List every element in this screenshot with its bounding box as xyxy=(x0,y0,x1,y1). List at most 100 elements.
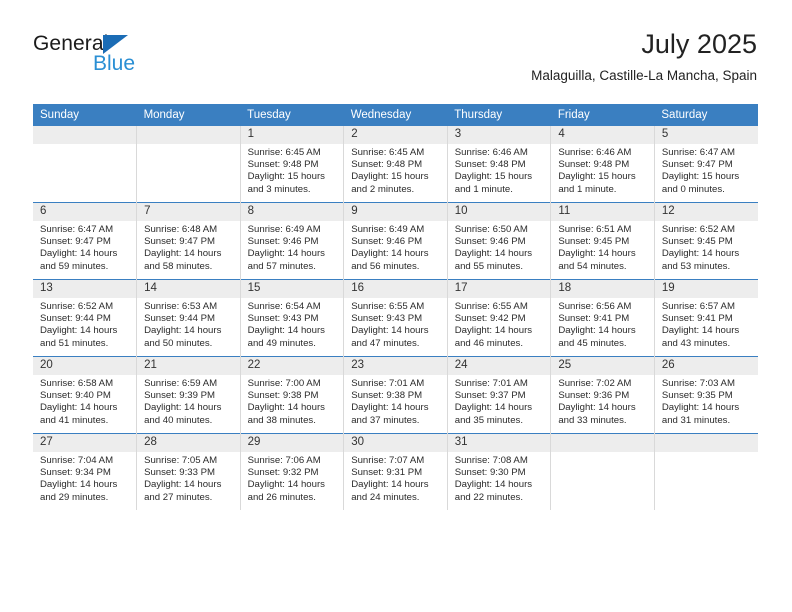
daylight-duration-line1: Daylight: 14 hours xyxy=(144,402,222,414)
calendar-day-cell[interactable]: 10 Sunrise: 6:50 AM Sunset: 9:46 PM Dayligh… xyxy=(447,202,552,280)
calendar-day-cell[interactable]: 5 Sunrise: 6:47 AM Sunset: 9:47 PM Daylight… xyxy=(654,126,758,203)
sunrise-time: Sunrise: 7:07 AM xyxy=(351,455,425,466)
daylight-duration-line1: Daylight: 14 hours xyxy=(454,325,533,337)
calendar-day-cell[interactable]: 18 Sunrise: 6:56 AM Sunset: 9:41 PM Dayligh… xyxy=(550,279,655,357)
weekday-header-row: Sunday Monday Tuesday Wednesday Thursday… xyxy=(33,104,758,126)
calendar-cell-empty xyxy=(33,126,138,203)
day-details: Sunrise: 6:53 AM Sunset: 9:44 PM Daylight:… xyxy=(137,298,240,350)
calendar-day-cell[interactable]: 16 Sunrise: 6:55 AM Sunset: 9:43 PM Dayligh… xyxy=(343,279,448,357)
calendar-day-cell[interactable]: 13 Sunrise: 6:52 AM Sunset: 9:44 PM Dayligh… xyxy=(33,279,138,357)
sunrise-time: Sunrise: 6:47 AM xyxy=(661,147,735,158)
day-details: Sunrise: 7:04 AM Sunset: 9:34 PM Daylight:… xyxy=(33,452,136,504)
daylight-duration-line2: and 22 minutes. xyxy=(454,491,524,503)
calendar-day-cell[interactable]: 6 Sunrise: 6:47 AM Sunset: 9:47 PM Daylight… xyxy=(33,202,138,280)
daylight-duration-line2: and 2 minutes. xyxy=(351,183,415,195)
daylight-duration-line1: Daylight: 14 hours xyxy=(351,325,429,337)
calendar-day-cell[interactable]: 29 Sunrise: 7:06 AM Sunset: 9:32 PM Dayligh… xyxy=(240,433,345,510)
day-number: 19 xyxy=(654,280,758,298)
day-details: Sunrise: 6:55 AM Sunset: 9:43 PM Daylight:… xyxy=(344,298,447,350)
day-number: 25 xyxy=(551,357,654,375)
day-details: Sunrise: 6:47 AM Sunset: 9:47 PM Daylight:… xyxy=(33,221,136,273)
sunrise-time: Sunrise: 6:50 AM xyxy=(454,224,528,235)
daylight-duration-line1: Daylight: 14 hours xyxy=(454,479,533,491)
daylight-duration-line2: and 1 minute. xyxy=(454,183,513,195)
day-number: 22 xyxy=(240,357,344,375)
calendar-day-cell[interactable]: 1 Sunrise: 6:45 AM Sunset: 9:48 PM Daylight… xyxy=(240,126,345,203)
sunrise-time: Sunrise: 7:04 AM xyxy=(40,455,114,466)
sunset-time: Sunset: 9:47 PM xyxy=(661,159,733,171)
day-details: Sunrise: 6:56 AM Sunset: 9:41 PM Daylight:… xyxy=(551,298,654,350)
calendar-cell-empty xyxy=(654,433,758,510)
day-details: Sunrise: 6:46 AM Sunset: 9:48 PM Daylight:… xyxy=(551,144,654,196)
sunset-time: Sunset: 9:40 PM xyxy=(40,390,111,402)
day-details: Sunrise: 7:05 AM Sunset: 9:33 PM Daylight:… xyxy=(137,452,240,504)
day-details: Sunrise: 6:45 AM Sunset: 9:48 PM Daylight:… xyxy=(344,144,447,196)
logo-text-blue: Blue xyxy=(93,52,136,75)
day-details: Sunrise: 7:06 AM Sunset: 9:32 PM Daylight:… xyxy=(241,452,344,504)
daylight-duration-line2: and 58 minutes. xyxy=(144,260,213,272)
generalblue-logo[interactable]: General Blue xyxy=(33,32,233,86)
calendar-day-cell[interactable]: 4 Sunrise: 6:46 AM Sunset: 9:48 PM Daylight… xyxy=(550,126,655,203)
daylight-duration-line1: Daylight: 15 hours xyxy=(558,171,636,183)
daylight-duration-line2: and 29 minutes. xyxy=(40,491,109,503)
page-title: July 2025 xyxy=(641,29,757,59)
day-details: Sunrise: 6:50 AM Sunset: 9:46 PM Daylight:… xyxy=(448,221,551,273)
day-number: 24 xyxy=(447,357,551,375)
sunrise-time: Sunrise: 6:53 AM xyxy=(144,301,218,312)
sunrise-time: Sunrise: 6:46 AM xyxy=(454,147,528,158)
sunset-time: Sunset: 9:38 PM xyxy=(247,390,319,402)
daylight-duration-line1: Daylight: 14 hours xyxy=(144,248,222,260)
sunrise-time: Sunrise: 7:00 AM xyxy=(247,378,321,389)
daylight-duration-line1: Daylight: 14 hours xyxy=(40,325,118,337)
calendar-day-cell[interactable]: 17 Sunrise: 6:55 AM Sunset: 9:42 PM Dayligh… xyxy=(447,279,552,357)
daylight-duration-line1: Daylight: 14 hours xyxy=(247,402,325,414)
calendar-day-cell[interactable]: 21 Sunrise: 6:59 AM Sunset: 9:39 PM Dayligh… xyxy=(136,356,241,434)
calendar-day-cell[interactable]: 23 Sunrise: 7:01 AM Sunset: 9:38 PM Dayligh… xyxy=(343,356,448,434)
sunset-time: Sunset: 9:48 PM xyxy=(558,159,630,171)
day-number: 4 xyxy=(551,126,654,144)
day-number: 21 xyxy=(137,357,240,375)
calendar-day-cell[interactable]: 14 Sunrise: 6:53 AM Sunset: 9:44 PM Dayligh… xyxy=(136,279,241,357)
calendar-day-cell[interactable]: 31 Sunrise: 7:08 AM Sunset: 9:30 PM Dayligh… xyxy=(447,433,552,510)
calendar-day-cell[interactable]: 12 Sunrise: 6:52 AM Sunset: 9:45 PM Dayligh… xyxy=(654,202,758,280)
sunrise-time: Sunrise: 6:59 AM xyxy=(144,378,218,389)
daylight-duration-line1: Daylight: 14 hours xyxy=(661,325,740,337)
calendar-week-row: 1 Sunrise: 6:45 AM Sunset: 9:48 PM Daylight… xyxy=(33,126,758,203)
daylight-duration-line1: Daylight: 14 hours xyxy=(558,248,636,260)
sunset-time: Sunset: 9:44 PM xyxy=(144,313,215,325)
sunset-time: Sunset: 9:39 PM xyxy=(144,390,215,402)
daylight-duration-line1: Daylight: 14 hours xyxy=(144,479,222,491)
calendar-day-cell[interactable]: 20 Sunrise: 6:58 AM Sunset: 9:40 PM Dayligh… xyxy=(33,356,138,434)
calendar-day-cell[interactable]: 11 Sunrise: 6:51 AM Sunset: 9:45 PM Dayligh… xyxy=(550,202,655,280)
calendar-day-cell[interactable]: 19 Sunrise: 6:57 AM Sunset: 9:41 PM Dayligh… xyxy=(654,279,758,357)
calendar-day-cell[interactable]: 24 Sunrise: 7:01 AM Sunset: 9:37 PM Dayligh… xyxy=(447,356,552,434)
calendar-day-cell[interactable]: 3 Sunrise: 6:46 AM Sunset: 9:48 PM Daylight… xyxy=(447,126,552,203)
calendar-day-cell[interactable]: 8 Sunrise: 6:49 AM Sunset: 9:46 PM Daylight… xyxy=(240,202,345,280)
calendar-day-cell[interactable]: 2 Sunrise: 6:45 AM Sunset: 9:48 PM Daylight… xyxy=(343,126,448,203)
day-details: Sunrise: 6:55 AM Sunset: 9:42 PM Daylight:… xyxy=(448,298,551,350)
daylight-duration-line2: and 33 minutes. xyxy=(558,414,627,426)
daylight-duration-line2: and 50 minutes. xyxy=(144,337,213,349)
calendar-day-cell[interactable]: 28 Sunrise: 7:05 AM Sunset: 9:33 PM Dayligh… xyxy=(136,433,241,510)
weekday-header-wednesday: Wednesday xyxy=(343,104,448,126)
page-header: General Blue July 2025 Malaguilla, Casti… xyxy=(33,28,757,96)
sunrise-time: Sunrise: 7:01 AM xyxy=(454,378,528,389)
calendar-day-cell[interactable]: 22 Sunrise: 7:00 AM Sunset: 9:38 PM Dayligh… xyxy=(240,356,345,434)
day-details: Sunrise: 7:00 AM Sunset: 9:38 PM Daylight:… xyxy=(241,375,344,427)
calendar-day-cell[interactable]: 9 Sunrise: 6:49 AM Sunset: 9:46 PM Daylight… xyxy=(343,202,448,280)
daylight-duration-line1: Daylight: 14 hours xyxy=(351,248,429,260)
calendar-day-cell[interactable]: 26 Sunrise: 7:03 AM Sunset: 9:35 PM Dayligh… xyxy=(654,356,758,434)
daylight-duration-line2: and 31 minutes. xyxy=(661,414,731,426)
calendar-day-cell[interactable]: 30 Sunrise: 7:07 AM Sunset: 9:31 PM Dayligh… xyxy=(343,433,448,510)
calendar-day-cell[interactable]: 27 Sunrise: 7:04 AM Sunset: 9:34 PM Dayligh… xyxy=(33,433,138,510)
calendar-day-cell[interactable]: 7 Sunrise: 6:48 AM Sunset: 9:47 PM Daylight… xyxy=(136,202,241,280)
daylight-duration-line1: Daylight: 14 hours xyxy=(40,248,118,260)
sunrise-time: Sunrise: 6:48 AM xyxy=(144,224,218,235)
calendar-day-cell[interactable]: 25 Sunrise: 7:02 AM Sunset: 9:36 PM Dayligh… xyxy=(550,356,655,434)
calendar-day-cell[interactable]: 15 Sunrise: 6:54 AM Sunset: 9:43 PM Dayligh… xyxy=(240,279,345,357)
daylight-duration-line1: Daylight: 14 hours xyxy=(454,402,533,414)
day-number: 31 xyxy=(447,434,551,452)
day-details: Sunrise: 6:46 AM Sunset: 9:48 PM Daylight:… xyxy=(448,144,551,196)
day-number: 2 xyxy=(344,126,447,144)
daylight-duration-line2: and 49 minutes. xyxy=(247,337,316,349)
